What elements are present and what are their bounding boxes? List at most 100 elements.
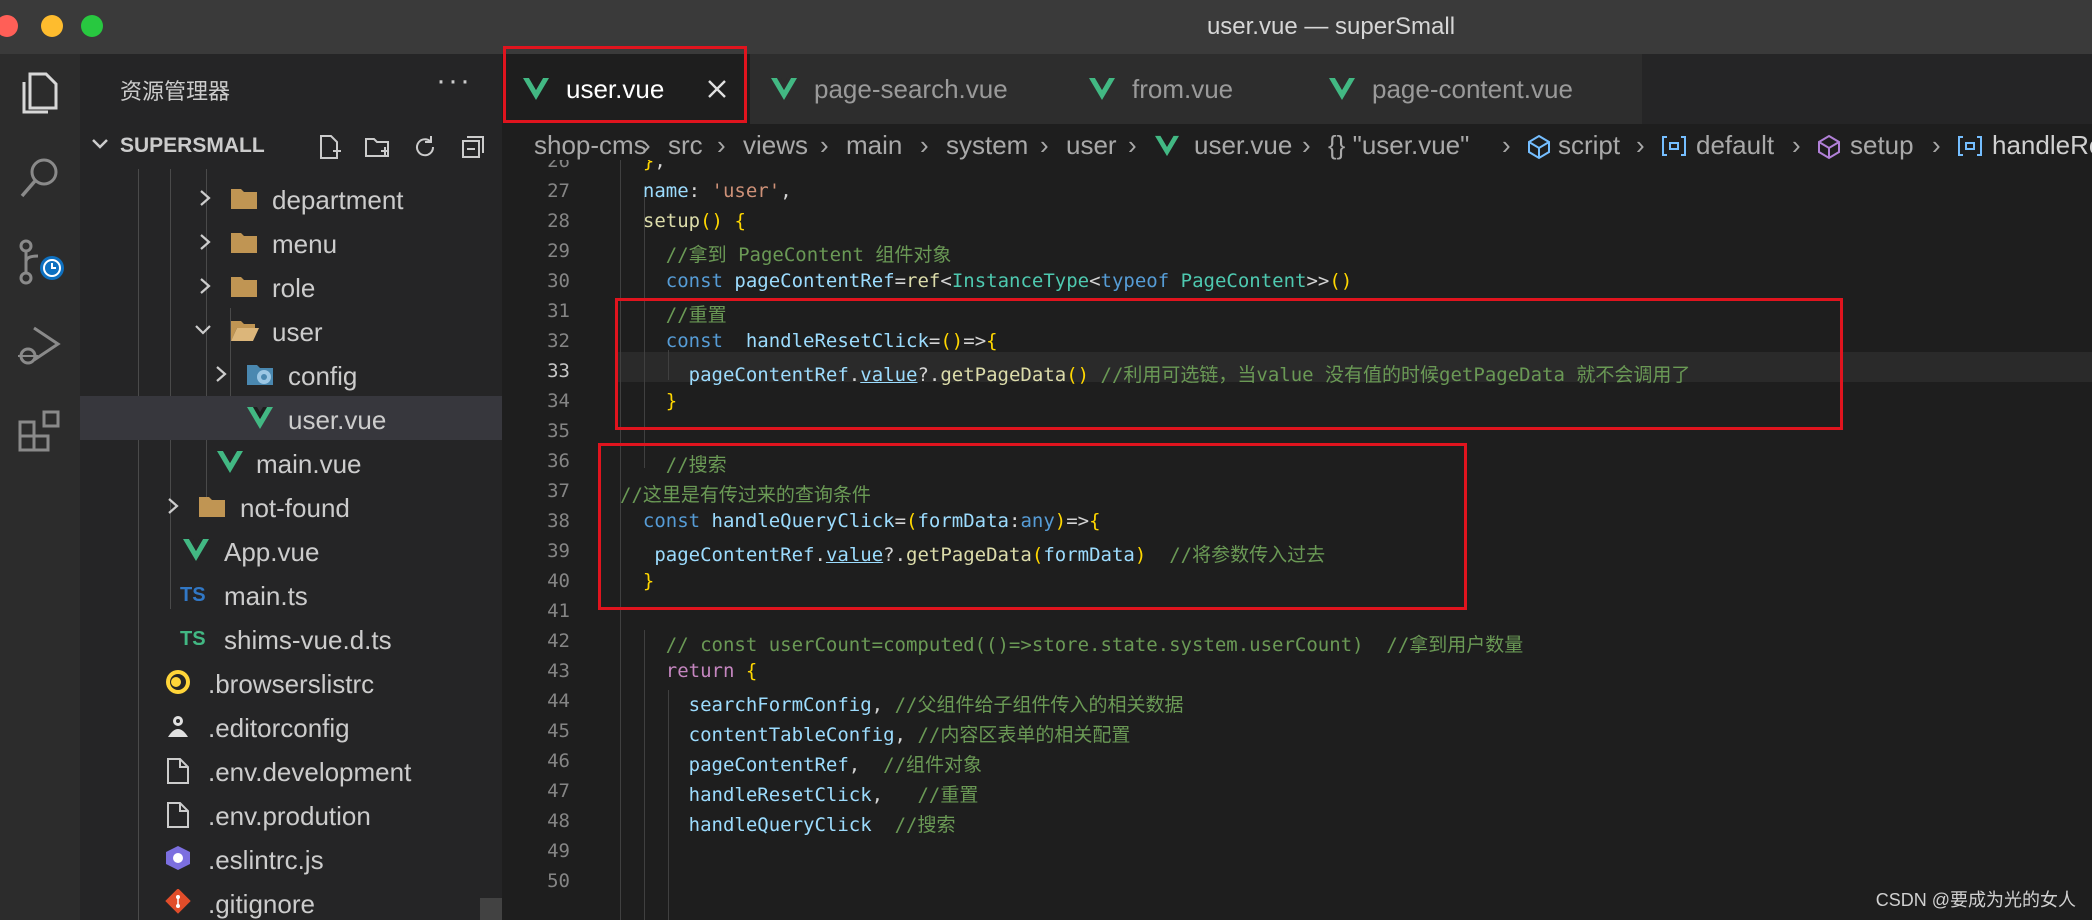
- tree-item-config[interactable]: config: [80, 352, 502, 396]
- git-icon: [164, 888, 192, 915]
- typescript-icon: TS: [180, 584, 206, 606]
- more-actions-button[interactable]: ···: [436, 64, 472, 98]
- search-icon[interactable]: [10, 148, 70, 208]
- project-header[interactable]: SUPERSMALL: [80, 126, 502, 166]
- vue-file-icon: [246, 405, 274, 431]
- new-folder-icon[interactable]: [360, 130, 394, 164]
- scrollbar-thumb[interactable]: [480, 898, 502, 920]
- tab-page-content-vue[interactable]: page-content.vue: [1308, 54, 1643, 124]
- tree-item-shims-vue-dts[interactable]: TS shims-vue.d.ts: [80, 616, 502, 660]
- breadcrumb-item[interactable]: handleRe: [1992, 130, 2092, 161]
- breadcrumb-item[interactable]: user.vue: [1194, 130, 1292, 161]
- tree-item-main-vue[interactable]: main.vue: [80, 440, 502, 484]
- breadcrumb-item[interactable]: script: [1558, 130, 1620, 161]
- tree-item-department[interactable]: department: [80, 176, 502, 220]
- chevron-right-icon: ›: [1502, 130, 1511, 160]
- line-number: 42: [547, 630, 570, 652]
- tab-label: from.vue: [1132, 74, 1234, 104]
- tree-item-label: department: [272, 185, 404, 215]
- vue-file-icon: [1088, 76, 1116, 107]
- line-number: 29: [547, 240, 570, 262]
- chevron-right-icon: ›: [1636, 130, 1645, 160]
- highlight-box-active-tab: [503, 46, 747, 123]
- run-debug-icon[interactable]: [10, 316, 70, 376]
- tab-label: page-search.vue: [814, 74, 1008, 104]
- line-number: 43: [547, 660, 570, 682]
- tree-item-label: user: [272, 317, 323, 347]
- tree-item-not-found[interactable]: not-found: [80, 484, 502, 528]
- line-number: 46: [547, 750, 570, 772]
- tree-item-user-vue[interactable]: user.vue: [80, 396, 502, 440]
- chevron-right-icon: ›: [717, 130, 726, 160]
- tree-item-menu[interactable]: menu: [80, 220, 502, 264]
- code-line: },: [642, 160, 666, 172]
- tree-item-role[interactable]: role: [80, 264, 502, 308]
- folder-icon: [230, 185, 258, 211]
- code-line: contentTableConfig, //内容区表单的相关配置: [688, 724, 1131, 746]
- tree-item-label: .browserslistrc: [208, 669, 375, 699]
- chevron-right-icon: ›: [820, 130, 829, 160]
- vue-file-icon: [182, 537, 210, 563]
- code-line: searchFormConfig, //父组件给子组件传入的相关数据: [688, 694, 1184, 716]
- chevron-right-icon: ›: [1302, 130, 1311, 160]
- tree-item-browserslistrc[interactable]: .browserslistrc: [80, 660, 502, 704]
- tree-item-label: .gitignore: [208, 889, 315, 919]
- line-number: 32: [547, 330, 570, 352]
- tree-item-user[interactable]: user: [80, 308, 502, 352]
- file-icon: [166, 801, 194, 828]
- code-line: handleResetClick, //重置: [688, 784, 979, 806]
- breadcrumb-item[interactable]: {} "user.vue": [1328, 130, 1469, 161]
- line-number: 35: [547, 420, 570, 442]
- tree-item-label: not-found: [240, 493, 350, 523]
- tab-from-vue[interactable]: from.vue: [1068, 54, 1309, 124]
- tree-item-eslintrc[interactable]: .eslintrc.js: [80, 836, 502, 880]
- folder-icon: [230, 229, 258, 255]
- breadcrumb-item[interactable]: default: [1696, 130, 1774, 161]
- eslint-icon: [164, 845, 192, 871]
- chevron-down-icon: [88, 132, 112, 161]
- chevron-right-icon: [196, 275, 214, 302]
- line-number: 31: [547, 300, 570, 322]
- line-number: 37: [547, 480, 570, 502]
- typescript-definition-icon: TS: [180, 628, 206, 650]
- explorer-icon[interactable]: [10, 64, 70, 124]
- tree-item-editorconfig[interactable]: .editorconfig: [80, 704, 502, 748]
- tree-item-gitignore[interactable]: .gitignore: [80, 880, 502, 920]
- line-number: 41: [547, 600, 570, 622]
- breadcrumb-item[interactable]: system: [946, 130, 1028, 161]
- tree-item-env-prodution[interactable]: .env.prodution: [80, 792, 502, 836]
- chevron-right-icon: ›: [1792, 130, 1801, 160]
- code-line: handleQueryClick //搜索: [688, 814, 956, 836]
- line-number: 28: [547, 210, 570, 232]
- breadcrumb-item[interactable]: user: [1066, 130, 1117, 161]
- line-number: 33: [547, 360, 570, 382]
- new-file-icon[interactable]: [312, 130, 346, 164]
- tree-item-label: main.vue: [256, 449, 362, 479]
- refresh-icon[interactable]: [408, 130, 442, 164]
- chevron-right-icon: ›: [920, 130, 929, 160]
- chevron-right-icon: ›: [1040, 130, 1049, 160]
- breadcrumb-item[interactable]: src: [668, 130, 703, 161]
- file-icon: [166, 757, 194, 784]
- tree-item-env-development[interactable]: .env.development: [80, 748, 502, 792]
- chevron-right-icon: ›: [1128, 130, 1137, 160]
- extensions-icon[interactable]: [10, 400, 70, 460]
- tab-label: page-content.vue: [1372, 74, 1573, 104]
- line-number: 38: [547, 510, 570, 532]
- code-line: name: 'user',: [642, 180, 792, 202]
- code-line: //拿到 PageContent 组件对象: [665, 244, 952, 266]
- breadcrumb-item[interactable]: shop-cms: [534, 130, 647, 161]
- folder-icon: [230, 273, 258, 299]
- tab-page-search-vue[interactable]: page-search.vue: [750, 54, 1069, 124]
- tree-item-label: main.ts: [224, 581, 308, 611]
- source-control-icon[interactable]: [10, 232, 70, 292]
- code-line: const pageContentRef=ref<InstanceType<ty…: [665, 270, 1353, 292]
- tree-item-app-vue[interactable]: App.vue: [80, 528, 502, 572]
- collapse-all-icon[interactable]: [456, 130, 490, 164]
- vue-file-icon: [770, 76, 798, 107]
- breadcrumb-item[interactable]: setup: [1850, 130, 1914, 161]
- breadcrumb-item[interactable]: main: [846, 130, 902, 161]
- line-number: 39: [547, 540, 570, 562]
- tree-item-main-ts[interactable]: TS main.ts: [80, 572, 502, 616]
- breadcrumb-item[interactable]: views: [743, 130, 808, 161]
